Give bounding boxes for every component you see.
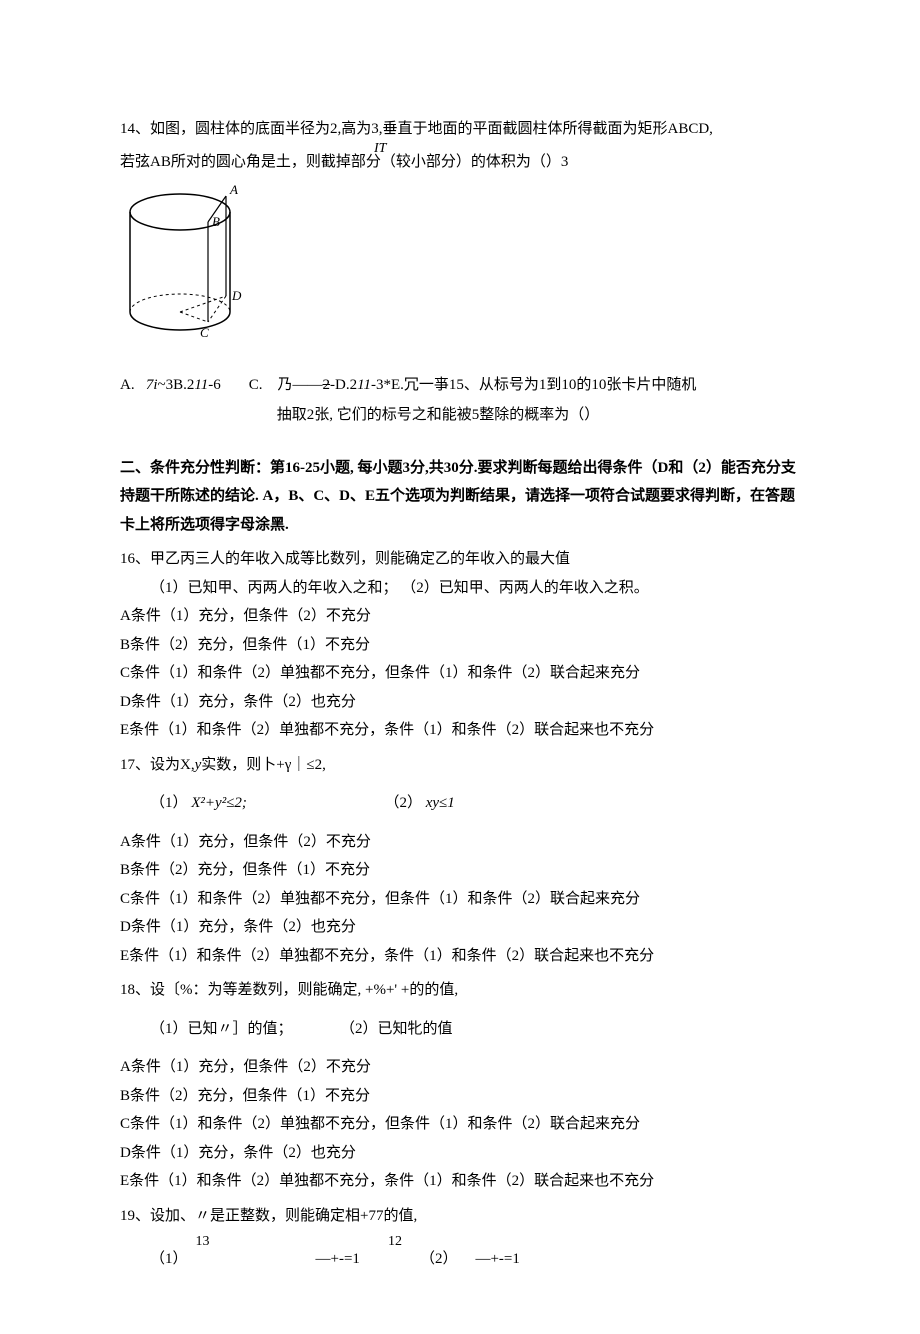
q17-conditions: （1） X²+y²≤2; （2） xy≤1 <box>120 789 800 818</box>
q18-opt-c: C条件（1）和条件（2）单独都不充分，但条件（1）和条件（2）联合起来充分 <box>120 1110 800 1139</box>
q14-opt-a-text: 7i <box>146 377 158 393</box>
q18-opt-a: A条件（1）充分，但条件（2）不充分 <box>120 1053 800 1082</box>
q14-options-row: A. 7i~3B.211-6 C. 乃——2-D.211-3*E.冗一亊15、从… <box>120 371 800 430</box>
q16-opt-a: A条件（1）充分，但条件（2）不充分 <box>120 602 800 631</box>
q17-cond2-label: （2） <box>384 789 422 818</box>
q14-stem-line1: 14、如图，圆柱体的底面半径为2,高为3,垂直于地面的平面截圆柱体所得截面为矩形… <box>120 115 800 144</box>
question-19: 19、设加、〃是正整数，则能确定相+77的值, （1） 13 —+-=1 12 … <box>120 1202 800 1268</box>
label-c: C <box>200 325 209 340</box>
q14-it-label: IT <box>374 136 386 163</box>
q17-cond2-body: xy≤1 <box>426 789 455 818</box>
cylinder-svg: A B D C <box>120 182 260 342</box>
q19-conditions: （1） 13 —+-=1 12 （2） —+-=1 <box>120 1234 800 1268</box>
q17-opt-a: A条件（1）充分，但条件（2）不充分 <box>120 828 800 857</box>
q19-frac-1: 13 <box>196 1234 210 1268</box>
q18-opt-e: E条件（1）和条件（2）单独都不充分，条件（1）和条件（2）联合起来也不充分 <box>120 1167 800 1196</box>
question-17: 17、设为X,y实数，则卜+γ｜≤2, （1） X²+y²≤2; （2） xy≤… <box>120 751 800 971</box>
label-a: A <box>229 182 238 197</box>
q16-opt-e: E条件（1）和条件（2）单独都不充分，条件（1）和条件（2）联合起来也不充分 <box>120 716 800 745</box>
q16-conditions: （1）已知甲、丙两人的年收入之和； （2）已知甲、丙两人的年收入之积。 <box>120 574 800 603</box>
q16-opt-b: B条件（2）充分，但条件（1）不充分 <box>120 631 800 660</box>
q19-cond1-label: （1） <box>150 1250 188 1268</box>
q14-stem-line2-text: 若弦AB所对的圆心角是土，则截掉部分（较小部分）的体积为（）3 <box>120 154 568 170</box>
q18-conditions: （1）已知〃］的值； （2）已知牝的值 <box>120 1015 800 1044</box>
q17-opt-b: B条件（2）充分，但条件（1）不充分 <box>120 856 800 885</box>
q19-frac-2: 12 <box>388 1234 402 1268</box>
question-16: 16、甲乙丙三人的年收入成等比数列，则能确定乙的年收入的最大值 （1）已知甲、丙… <box>120 545 800 745</box>
q19-stem: 19、设加、〃是正整数，则能确定相+77的值, <box>120 1202 800 1231</box>
q17-opt-e: E条件（1）和条件（2）单独都不充分，条件（1）和条件（2）联合起来也不充分 <box>120 942 800 971</box>
q19-cond1-eq: —+-=1 <box>316 1250 360 1268</box>
label-b: B <box>212 214 220 229</box>
q16-opt-c: C条件（1）和条件（2）单独都不充分，但条件（1）和条件（2）联合起来充分 <box>120 659 800 688</box>
question-14: 14、如图，圆柱体的底面半径为2,高为3,垂直于地面的平面截圆柱体所得截面为矩形… <box>120 115 800 430</box>
question-18: 18、设〔%：为等差数列，则能确定, +%+' +的的值, （1）已知〃］的值；… <box>120 976 800 1196</box>
q18-stem: 18、设〔%：为等差数列，则能确定, +%+' +的的值, <box>120 976 800 1005</box>
q14-option-c-block: C. 乃——2-D.211-3*E.冗一亊15、从标号为1到10的10张卡片中随… <box>249 371 800 430</box>
q19-cond2-eq: —+-=1 <box>475 1250 519 1268</box>
q14-opt-c-line1: C. 乃——2-D.211-3*E.冗一亊15、从标号为1到10的10张卡片中随… <box>249 371 800 400</box>
section-2-header: 二、条件充分性判断：第16-25小题, 每小题3分,共30分.要求判断每题给出得… <box>120 454 800 540</box>
q14-stem-line2: IT 若弦AB所对的圆心角是土，则截掉部分（较小部分）的体积为（）3 <box>120 148 800 177</box>
q17-opt-c: C条件（1）和条件（2）单独都不充分，但条件（1）和条件（2）联合起来充分 <box>120 885 800 914</box>
q17-stem: 17、设为X,y实数，则卜+γ｜≤2, <box>120 751 800 780</box>
label-d: D <box>231 288 242 303</box>
q18-opt-d: D条件（1）充分，条件（2）也充分 <box>120 1139 800 1168</box>
q16-opt-d: D条件（1）充分，条件（2）也充分 <box>120 688 800 717</box>
q14-opt-c-line2: 抽取2张, 它们的标号之和能被5整除的概率为（） <box>277 401 800 430</box>
q18-cond1: （1）已知〃］的值； <box>150 1015 293 1044</box>
q17-cond1-label: （1） <box>150 789 188 818</box>
q16-stem: 16、甲乙丙三人的年收入成等比数列，则能确定乙的年收入的最大值 <box>120 545 800 574</box>
q14-option-a: A. 7i~3B.211-6 <box>120 371 221 400</box>
q18-opt-b: B条件（2）充分，但条件（1）不充分 <box>120 1082 800 1111</box>
q17-cond1-body: X²+y²≤2; <box>191 789 247 818</box>
cylinder-figure: A B D C <box>120 182 800 353</box>
q17-opt-d: D条件（1）充分，条件（2）也充分 <box>120 913 800 942</box>
q19-cond2-label: （2） <box>420 1250 458 1268</box>
q18-cond2: （2）已知牝的值 <box>340 1015 453 1044</box>
